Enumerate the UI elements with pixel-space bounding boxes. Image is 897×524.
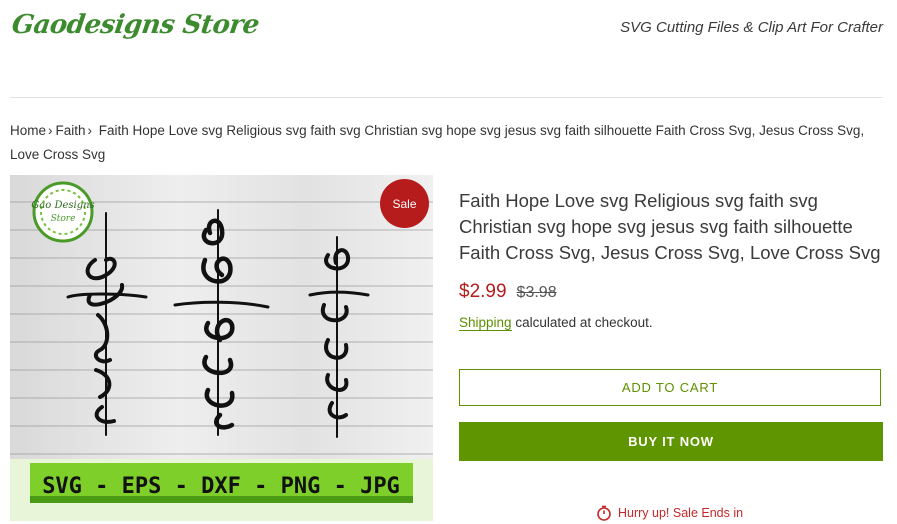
sale-price: $2.99 (459, 281, 507, 302)
breadcrumb: Home › Faith › Faith Hope Love svg Religiou… (10, 119, 880, 167)
shipping-note-text: calculated at checkout. (515, 315, 653, 330)
shipping-link[interactable]: Shipping (459, 315, 512, 331)
hope-cross-design (173, 209, 270, 436)
product-artwork: Gao Designs Store SVG - EPS - DXF - PNG … (10, 181, 433, 521)
svg-text:Store: Store (51, 214, 76, 224)
product-image[interactable]: Gao Designs Store SVG - EPS - DXF - PNG … (10, 175, 433, 521)
header-divider (10, 97, 883, 98)
sale-countdown: Hurry up! Sale Ends in (596, 505, 743, 521)
stopwatch-icon (597, 505, 611, 521)
breadcrumb-separator: › (87, 123, 93, 138)
faith-cross-design (66, 212, 148, 436)
store-logo[interactable]: Gaodesigns Store (10, 10, 261, 40)
add-to-cart-button[interactable]: ADD TO CART (459, 369, 881, 406)
sale-countdown-text: Hurry up! Sale Ends in (618, 506, 744, 520)
buy-it-now-button[interactable]: BUY IT NOW (459, 422, 883, 461)
gaodesigns-seal-logo: Gao Designs Store (31, 181, 95, 243)
svg-text:Gao Designs: Gao Designs (31, 200, 94, 211)
formats-banner-text: SVG - EPS - DXF - PNG - JPG (42, 474, 400, 499)
breadcrumb-category-link[interactable]: Faith (56, 123, 86, 138)
price-row: $2.99 $3.98 (459, 281, 557, 303)
love-cross-design (308, 236, 370, 438)
breadcrumb-separator: › (48, 123, 53, 138)
product-title: Faith Hope Love svg Religious svg faith … (459, 190, 881, 263)
sale-badge: Sale (380, 179, 429, 228)
file-formats-banner: SVG - EPS - DXF - PNG - JPG (10, 459, 433, 521)
store-tagline: SVG Cutting Files & Clip Art For Crafter (620, 19, 883, 36)
breadcrumb-current: Faith Hope Love svg Religious svg faith … (10, 123, 865, 162)
breadcrumb-home-link[interactable]: Home (10, 123, 46, 138)
shipping-note: Shipping calculated at checkout. (459, 315, 653, 331)
compare-at-price: $3.98 (516, 284, 557, 301)
